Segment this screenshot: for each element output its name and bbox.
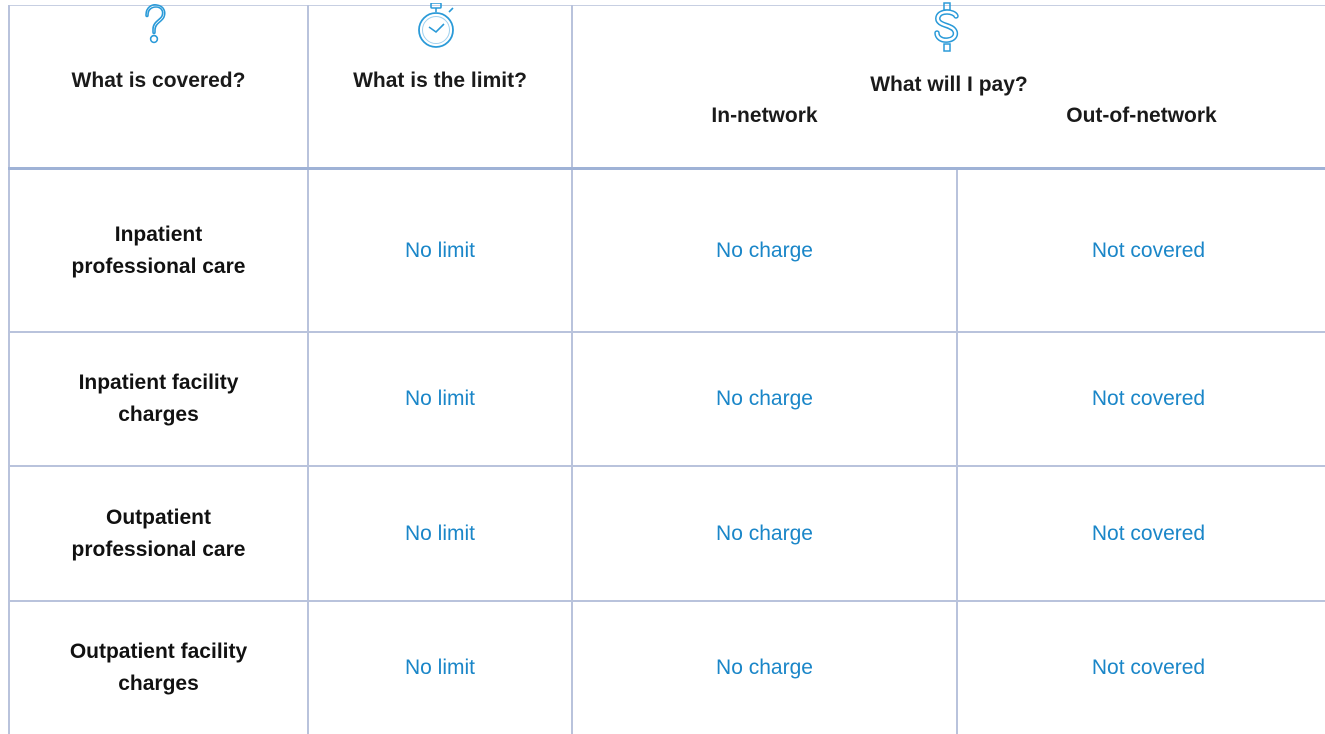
dollar-sign-icon (934, 2, 959, 52)
row-label-line-2: professional care (71, 537, 246, 561)
table-row-label: Inpatient facility charges (10, 333, 307, 465)
question-mark-icon (145, 4, 166, 44)
header-what-will-i-pay: What will I pay? (870, 73, 1028, 96)
row-label-line-1: Outpatient facility (69, 640, 248, 663)
coverage-table: What is covered? What is the limit? What… (0, 0, 1325, 734)
out-of-network-cell: Not covered (1091, 656, 1206, 679)
row-label-line-2: charges (118, 403, 199, 426)
stopwatch-icon (418, 3, 454, 48)
row-label-line-2: professional care (71, 254, 246, 278)
in-network-cell: No charge (716, 656, 813, 679)
out-of-network-cell: Not covered (1091, 387, 1206, 410)
in-network-cell: No charge (716, 521, 813, 545)
table-row-label: Inpatient professional care (10, 170, 307, 331)
row-label-line-1: Inpatient (114, 222, 203, 246)
out-of-network-cell: Not covered (1091, 238, 1206, 262)
table-top-border (8, 5, 1325, 6)
in-network-cell: No charge (716, 387, 813, 410)
header-what-is-the-limit: What is the limit? (353, 69, 527, 92)
table-row-label: Outpatient professional care (10, 467, 307, 600)
out-of-network-cell: Not covered (1091, 521, 1206, 545)
header-out-of-network: Out-of-network (1066, 104, 1217, 127)
row-label-line-1: Outpatient (106, 505, 211, 529)
header-in-network: In-network (711, 104, 818, 127)
row-label-line-2: charges (118, 672, 199, 695)
limit-cell: No limit (404, 521, 475, 545)
limit-cell: No limit (404, 387, 475, 410)
table-row-label: Outpatient facility charges (10, 602, 307, 734)
in-network-cell: No charge (716, 238, 813, 262)
header-what-is-covered: What is covered? (71, 69, 246, 92)
limit-cell: No limit (404, 238, 475, 262)
limit-cell: No limit (404, 656, 475, 679)
row-label-line-1: Inpatient facility (78, 371, 239, 394)
